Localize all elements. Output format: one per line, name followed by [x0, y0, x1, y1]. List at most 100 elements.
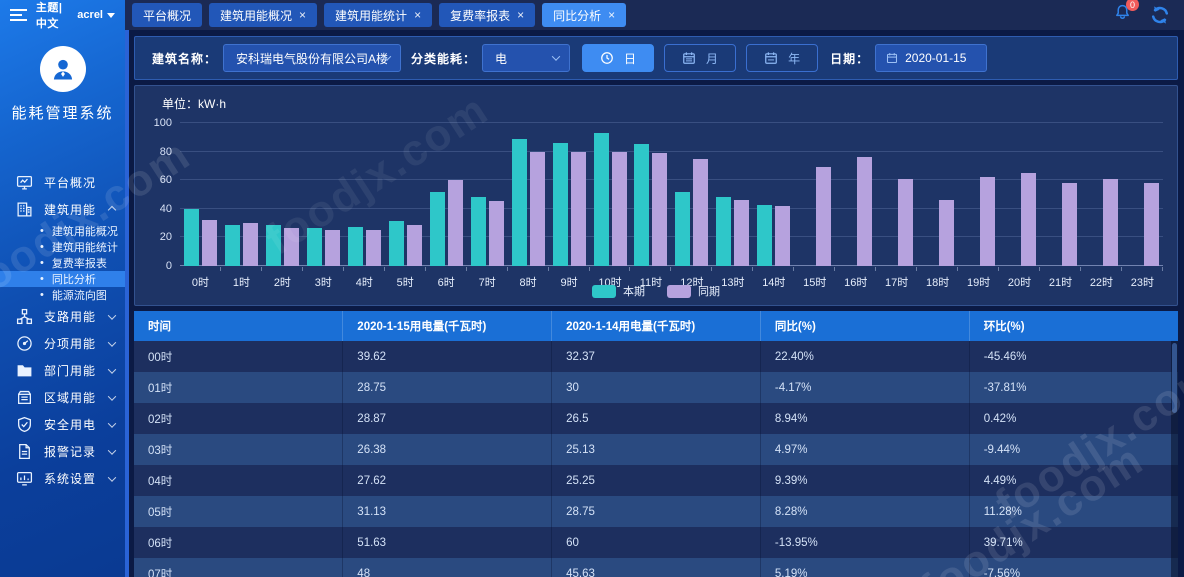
sidebar-item-safe-electricity[interactable]: 安全用电 [0, 411, 125, 438]
bar-group [262, 123, 303, 266]
sidebar-top-row: 主题|中文 acrel [0, 0, 125, 30]
tab-close-icon[interactable]: × [299, 8, 306, 22]
bar-同期 [693, 159, 708, 266]
chevron-down-icon [108, 311, 116, 319]
sidebar-item-region-energy[interactable]: 区域用能 [0, 384, 125, 411]
scrollbar-thumb[interactable] [1172, 343, 1177, 413]
bar-同期 [530, 152, 545, 266]
bar-group [794, 123, 835, 266]
bar-本期 [594, 133, 609, 266]
bar-同期 [980, 177, 995, 266]
sidebar-item-building-energy[interactable]: 建筑用能 [0, 196, 125, 223]
bar-本期 [348, 227, 363, 266]
table-cell: 01时 [134, 372, 343, 403]
sidebar-subitem-energy-flow-diagram[interactable]: •能源流向图 [0, 287, 125, 303]
calendar-icon [682, 51, 696, 65]
period-button-month[interactable]: 月 [664, 44, 736, 72]
period-button-year[interactable]: 年 [746, 44, 818, 72]
table-cell: 4.49% [969, 465, 1178, 496]
user-menu[interactable]: acrel [77, 9, 115, 21]
table-cell: -45.46% [969, 341, 1178, 372]
branch-icon [16, 308, 33, 325]
sidebar-item-alarm-records[interactable]: 报警记录 [0, 438, 125, 465]
legend-label: 本期 [623, 283, 645, 299]
bar-group [467, 123, 508, 266]
tab-close-icon[interactable]: × [608, 8, 615, 22]
sidebar-item-branch-energy[interactable]: 支路用能 [0, 303, 125, 330]
sidebar-item-platform-overview[interactable]: 平台概况 [0, 169, 125, 196]
table-row[interactable]: 01时28.7530-4.17%-37.81% [134, 372, 1178, 403]
tab-label: 同比分析 [553, 7, 601, 24]
sidebar-subitem-yoy-analysis[interactable]: • 同比分析 [0, 271, 125, 287]
chevron-down-icon [108, 392, 116, 400]
table-row[interactable]: 07时4845.635.19%-7.56% [134, 558, 1178, 577]
hamburger-menu-icon[interactable] [10, 14, 22, 16]
platform-icon [16, 174, 33, 191]
bullet-icon: • [40, 289, 44, 301]
refresh-button[interactable] [1150, 5, 1170, 25]
tab-close-icon[interactable]: × [517, 8, 524, 22]
bar-同期 [939, 200, 954, 266]
tab-tariff-report[interactable]: 复费率报表 × [439, 3, 535, 27]
table-row[interactable]: 03时26.3825.134.97%-9.44% [134, 434, 1178, 465]
sidebar-item-department-energy[interactable]: 部门用能 [0, 357, 125, 384]
theme-language-label[interactable]: 主题|中文 [36, 0, 70, 31]
bar-本期 [184, 209, 199, 266]
legend-item-本期[interactable]: 本期 [592, 283, 645, 299]
tab-close-icon[interactable]: × [414, 8, 421, 22]
tab-building-energy-overview[interactable]: 建筑用能概况× [209, 3, 317, 27]
table-row[interactable]: 02时28.8726.58.94%0.42% [134, 403, 1178, 434]
tab-building-energy-stats[interactable]: 建筑用能统计× [324, 3, 432, 27]
sidebar-item-system-settings[interactable]: 系统设置 [0, 465, 125, 492]
chart-unit-label: 单位：kW·h [162, 95, 226, 112]
notifications-button[interactable]: 0 [1113, 3, 1132, 27]
sidebar-item-subentry-energy[interactable]: 分项用能 [0, 330, 125, 357]
category-select-value: 电 [495, 50, 507, 67]
chevron-down-icon [108, 473, 116, 481]
legend-item-同期[interactable]: 同期 [667, 283, 720, 299]
bullet-icon: • [40, 273, 44, 285]
sidebar-subitem-building-energy-stats[interactable]: •建筑用能统计 [0, 239, 125, 255]
sidebar-item-label: 区域用能 [44, 389, 96, 406]
bar-同期 [1103, 179, 1118, 266]
table-row[interactable]: 05时31.1328.758.28%11.28% [134, 496, 1178, 527]
bar-group [917, 123, 958, 266]
sidebar-subitem-tariff-report[interactable]: •复费率报表 [0, 255, 125, 271]
chevron-down-icon [552, 52, 560, 60]
table-row[interactable]: 06时51.6360-13.95%39.71% [134, 527, 1178, 558]
category-select[interactable]: 电 [482, 44, 570, 72]
bar-同期 [775, 206, 790, 266]
bar-同期 [243, 223, 258, 266]
building-select[interactable]: 安科瑞电气股份有限公司A楼 [223, 44, 401, 72]
table-row[interactable]: 00时39.6232.3722.40%-45.46% [134, 341, 1178, 372]
legend-swatch [592, 285, 616, 298]
tab-platform-overview[interactable]: 平台概况 [132, 3, 202, 27]
date-input[interactable]: 2020-01-15 [875, 44, 987, 72]
table-cell: 26.5 [552, 403, 761, 434]
y-tick-label: 100 [142, 117, 172, 129]
sidebar-subitem-label: 同比分析 [52, 271, 96, 287]
sidebar-subitem-building-energy-overview[interactable]: •建筑用能概况 [0, 223, 125, 239]
table-row[interactable]: 04时27.6225.259.39%4.49% [134, 465, 1178, 496]
sidebar-item-label: 部门用能 [44, 362, 96, 379]
bar-groups [180, 123, 1163, 266]
date-value: 2020-01-15 [905, 51, 966, 65]
tab-yoy-analysis[interactable]: 同比分析 × [542, 3, 626, 27]
notification-badge: 0 [1126, 0, 1139, 11]
period-button-day[interactable]: 日 [582, 44, 654, 72]
tab-label: 复费率报表 [450, 7, 510, 24]
column-header: 2020-1-14用电量(千瓦时) [552, 311, 761, 341]
region-icon [16, 389, 33, 406]
chart-panel: 单位：kW·h 020406080100 0时1时2时3时4时5时6时7时8时9… [134, 85, 1178, 306]
bar-同期 [448, 180, 463, 266]
table-cell: 03时 [134, 434, 343, 465]
bar-group [508, 123, 549, 266]
table-cell: 60 [552, 527, 761, 558]
sidebar-item-label: 建筑用能 [44, 201, 96, 218]
user-avatar-icon [49, 55, 77, 83]
gauge-icon [16, 335, 33, 352]
column-header: 2020-1-15用电量(千瓦时) [343, 311, 552, 341]
bar-group [753, 123, 794, 266]
table-scrollbar[interactable] [1171, 341, 1178, 577]
bar-本期 [757, 205, 772, 266]
